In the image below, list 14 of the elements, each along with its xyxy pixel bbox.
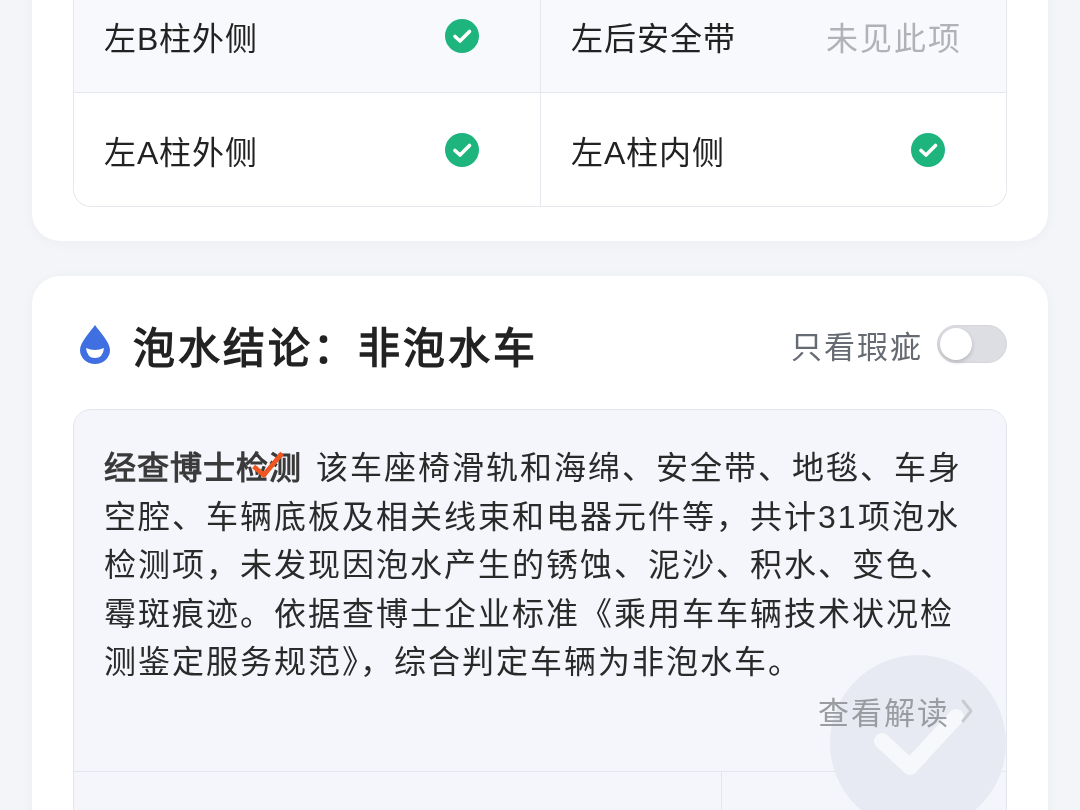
check-item-label: 左A柱外侧 — [104, 133, 259, 173]
status-note: 未见此项 — [826, 20, 962, 59]
filter-label: 只看瑕疵 — [791, 328, 923, 367]
section-title: 泡水结论：非泡水车 — [133, 323, 538, 374]
water-drop-icon — [78, 324, 112, 364]
check-item-label: 左A柱内侧 — [571, 133, 726, 173]
check-circle-icon — [445, 19, 479, 53]
chevron-right-icon — [960, 697, 974, 724]
toggle-switch[interactable] — [937, 325, 1007, 363]
check-item-label: 左后安全带 — [571, 20, 736, 59]
check-circle-icon — [911, 132, 945, 167]
check-item-label: 左B柱外侧 — [104, 20, 259, 59]
check-circle-icon — [445, 132, 479, 167]
view-interpretation-link[interactable]: 查看解读 — [818, 688, 974, 733]
